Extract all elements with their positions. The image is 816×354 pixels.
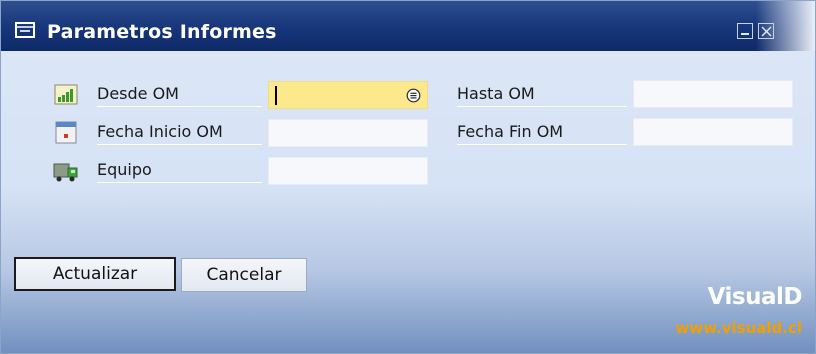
brand-url: www.visuald.cl [675, 319, 802, 337]
form-area: Desde OM Hasta OM Fecha Inicio OM Fecha … [1, 51, 815, 353]
brand-logo: VisualD [707, 284, 803, 310]
parametros-informes-window: Parametros Informes Desde OM Hasta OM Fe… [0, 0, 816, 354]
text-caret [275, 86, 277, 105]
close-icon [761, 26, 772, 37]
cancelar-button[interactable]: Cancelar [181, 258, 307, 292]
minimize-button[interactable] [737, 23, 753, 39]
chart-icon [54, 84, 78, 105]
actualizar-button[interactable]: Actualizar [14, 257, 176, 291]
close-button[interactable] [758, 23, 774, 39]
lookup-icon[interactable] [406, 88, 421, 103]
fecha-inicio-om-input[interactable] [268, 119, 428, 147]
equipo-label: Equipo [97, 159, 262, 183]
window-title: Parametros Informes [47, 21, 277, 43]
desde-om-input[interactable] [268, 81, 428, 109]
calendar-icon [55, 121, 77, 144]
fecha-fin-om-input[interactable] [633, 118, 793, 146]
fecha-fin-om-label: Fecha Fin OM [457, 121, 627, 145]
titlebar[interactable]: Parametros Informes [1, 1, 815, 51]
fecha-inicio-om-label: Fecha Inicio OM [97, 121, 262, 145]
hasta-om-input[interactable] [633, 80, 793, 108]
hasta-om-label: Hasta OM [457, 83, 627, 107]
form-icon [15, 22, 35, 38]
equipo-input[interactable] [268, 157, 428, 185]
desde-om-label: Desde OM [97, 83, 262, 107]
truck-icon [53, 163, 78, 182]
